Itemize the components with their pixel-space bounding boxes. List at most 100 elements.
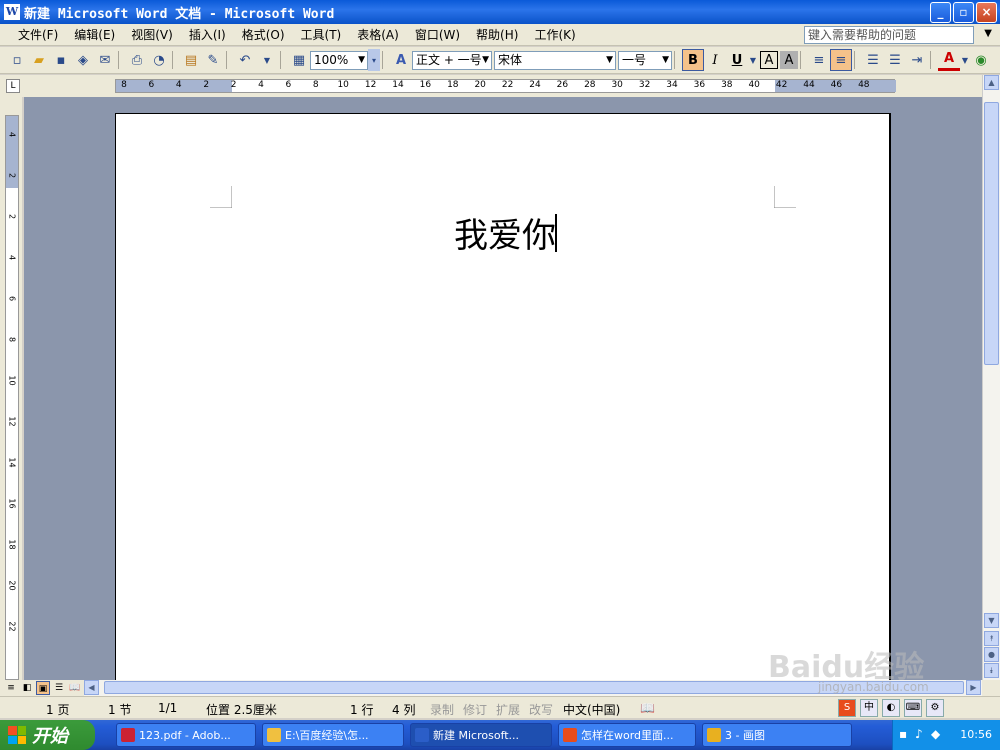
chevron-down-icon: ▼: [606, 54, 613, 65]
ruler-tick-label: 2: [7, 172, 17, 179]
previous-page-icon[interactable]: ⯭: [984, 631, 999, 646]
menu-format[interactable]: 格式(O): [234, 26, 293, 43]
style-value: 正文 + 一号: [416, 52, 482, 67]
sogou-ime-icon[interactable]: S: [838, 699, 856, 717]
permission-icon[interactable]: ◈: [72, 49, 94, 71]
font-size-select[interactable]: 一号 ▼: [618, 50, 672, 70]
scroll-up-arrow-icon[interactable]: ▲: [984, 75, 999, 90]
word-icon[interactable]: W: [4, 4, 20, 20]
save-icon[interactable]: ▪: [50, 49, 72, 71]
vertical-scroll-thumb[interactable]: [984, 102, 999, 365]
vertical-scrollbar[interactable]: ▲ ▼ ⯭ ● ⯯: [982, 75, 1000, 680]
next-page-icon[interactable]: ⯯: [984, 663, 999, 678]
taskbar-item-paint[interactable]: 3 - 画图: [702, 723, 852, 747]
menu-work[interactable]: 工作(K): [526, 26, 583, 43]
paste-icon[interactable]: ▤: [180, 49, 202, 71]
email-icon[interactable]: ✉: [94, 49, 116, 71]
scroll-left-arrow-icon[interactable]: ◀: [84, 680, 99, 695]
select-browse-object-icon[interactable]: ●: [984, 647, 999, 662]
taskbar-item-pdf[interactable]: 123.pdf - Adob...: [116, 723, 256, 747]
font-color-dropdown-icon[interactable]: ▼: [960, 49, 970, 71]
ruler-tick-label: 6: [7, 295, 17, 302]
open-folder-icon[interactable]: ▰: [28, 49, 50, 71]
print-icon[interactable]: ⎙: [126, 49, 148, 71]
char-shading-button[interactable]: A: [780, 51, 798, 69]
status-record[interactable]: 录制: [430, 701, 454, 718]
web-layout-icon[interactable]: ◧: [20, 681, 34, 695]
align-center-icon[interactable]: ≡: [830, 49, 852, 71]
undo-icon[interactable]: ↶: [234, 49, 256, 71]
window-title: 新建 Microsoft Word 文档 - Microsoft Word: [24, 6, 335, 22]
font-select[interactable]: 宋体 ▼: [494, 50, 616, 70]
font-size-value: 一号: [622, 52, 647, 67]
left-margin-area: [116, 80, 232, 92]
menu-window[interactable]: 窗口(W): [407, 26, 468, 43]
menu-table[interactable]: 表格(A): [349, 26, 407, 43]
font-color-icon[interactable]: A: [938, 49, 960, 71]
align-left-icon[interactable]: ≡: [808, 49, 830, 71]
menu-insert[interactable]: 插入(I): [181, 26, 234, 43]
new-document-icon[interactable]: ▫: [6, 49, 28, 71]
print-preview-icon[interactable]: ◔: [148, 49, 170, 71]
ime-chinese-icon[interactable]: 中: [860, 699, 878, 717]
baidu-watermark-url: jingyan.baidu.com: [818, 680, 929, 694]
ime-punct-icon[interactable]: ◐: [882, 699, 900, 717]
taskbar-item-browser[interactable]: 怎样在word里面...: [558, 723, 696, 747]
horizontal-ruler[interactable]: 8 6 4 2 2 4 6 8 10 12 14 16 18 20 22 24 26 28 30 32 34 36 38 40…: [115, 79, 896, 93]
taskbar-item-word[interactable]: 新建 Microsoft...: [410, 723, 552, 747]
help-dropdown-icon[interactable]: ▼: [984, 28, 992, 39]
style-select[interactable]: 正文 + 一号 ▼: [412, 50, 492, 70]
menu-view[interactable]: 视图(V): [123, 26, 181, 43]
bullets-icon[interactable]: ☰: [884, 49, 906, 71]
minimize-button[interactable]: _: [930, 2, 951, 23]
zoom-select[interactable]: 100% ▼: [310, 50, 368, 70]
format-painter-icon[interactable]: ✎: [202, 49, 224, 71]
normal-view-icon[interactable]: ≡: [4, 681, 18, 695]
help-search-input[interactable]: 键入需要帮助的问题: [804, 26, 974, 44]
toolbar-options-icon[interactable]: ▾: [368, 49, 380, 71]
italic-button[interactable]: I: [704, 49, 726, 71]
document-text[interactable]: 我爱你: [454, 208, 556, 257]
maximize-button[interactable]: ▫: [953, 2, 974, 23]
menu-help[interactable]: 帮助(H): [468, 26, 526, 43]
char-border-button[interactable]: A: [760, 51, 778, 69]
ime-keyboard-icon[interactable]: ⌨: [904, 699, 922, 717]
styles-pane-icon[interactable]: A: [390, 49, 412, 71]
scroll-down-arrow-icon[interactable]: ▼: [984, 613, 999, 628]
start-button[interactable]: 开始: [0, 720, 95, 750]
ruler-tick-label: 24: [529, 80, 541, 90]
indent-icon[interactable]: ⇥: [906, 49, 928, 71]
status-track-changes[interactable]: 修订: [463, 701, 487, 718]
print-layout-icon[interactable]: ▣: [36, 681, 50, 695]
scroll-right-arrow-icon[interactable]: ▶: [966, 680, 981, 695]
toolbar-separator: [118, 51, 124, 69]
taskbar-item-explorer[interactable]: E:\百度经验\怎...: [262, 723, 404, 747]
status-overtype[interactable]: 改写: [529, 701, 553, 718]
ime-settings-icon[interactable]: ⚙: [926, 699, 944, 717]
document-map-icon[interactable]: ▦: [288, 49, 310, 71]
numbering-icon[interactable]: ☰: [862, 49, 884, 71]
security-icon[interactable]: ◆: [931, 727, 940, 741]
globe-icon[interactable]: ◉: [970, 49, 992, 71]
volume-icon[interactable]: ♪: [915, 727, 923, 741]
bold-button[interactable]: B: [682, 49, 704, 71]
toolbar-separator: [800, 51, 806, 69]
reading-layout-icon[interactable]: 📖: [68, 681, 82, 695]
ruler-tick-label: 8: [312, 80, 319, 90]
status-extend[interactable]: 扩展: [496, 701, 520, 718]
menu-edit[interactable]: 编辑(E): [66, 26, 123, 43]
close-button[interactable]: ×: [976, 2, 997, 23]
menu-file[interactable]: 文件(F): [10, 26, 66, 43]
status-page-of: 1/1: [158, 701, 178, 715]
spelling-check-icon[interactable]: 📖: [640, 701, 655, 715]
underline-dropdown-icon[interactable]: ▼: [748, 49, 758, 71]
outline-view-icon[interactable]: ☰: [52, 681, 66, 695]
tab-stop-selector[interactable]: L: [6, 79, 20, 93]
underline-button[interactable]: U: [726, 49, 748, 71]
vertical-ruler[interactable]: 4 2 2 4 6 8 10 12 14 16 18 20 22: [0, 97, 22, 680]
menu-tools[interactable]: 工具(T): [293, 26, 350, 43]
document-page[interactable]: 我爱你: [115, 113, 891, 683]
clock[interactable]: 10:56: [960, 728, 992, 741]
network-icon[interactable]: ▪: [899, 727, 907, 741]
undo-dropdown-icon[interactable]: ▼: [256, 49, 278, 71]
